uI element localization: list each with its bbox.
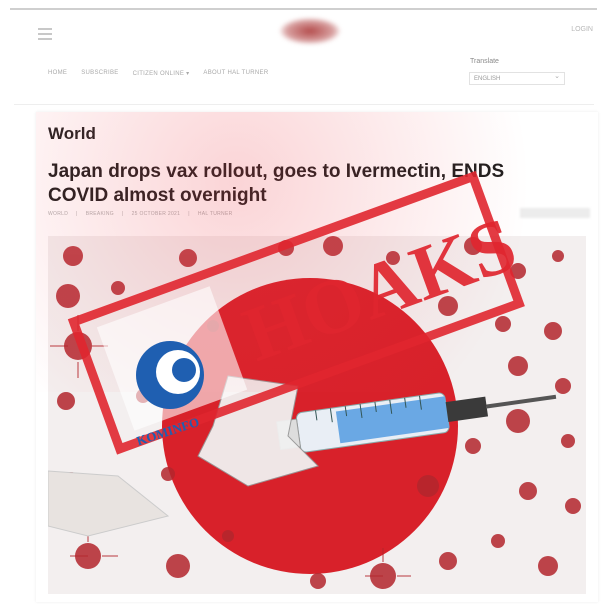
hoax-stamp: HOAKS KOMINFO <box>67 170 527 455</box>
kominfo-logo: KOMINFO <box>135 341 204 448</box>
